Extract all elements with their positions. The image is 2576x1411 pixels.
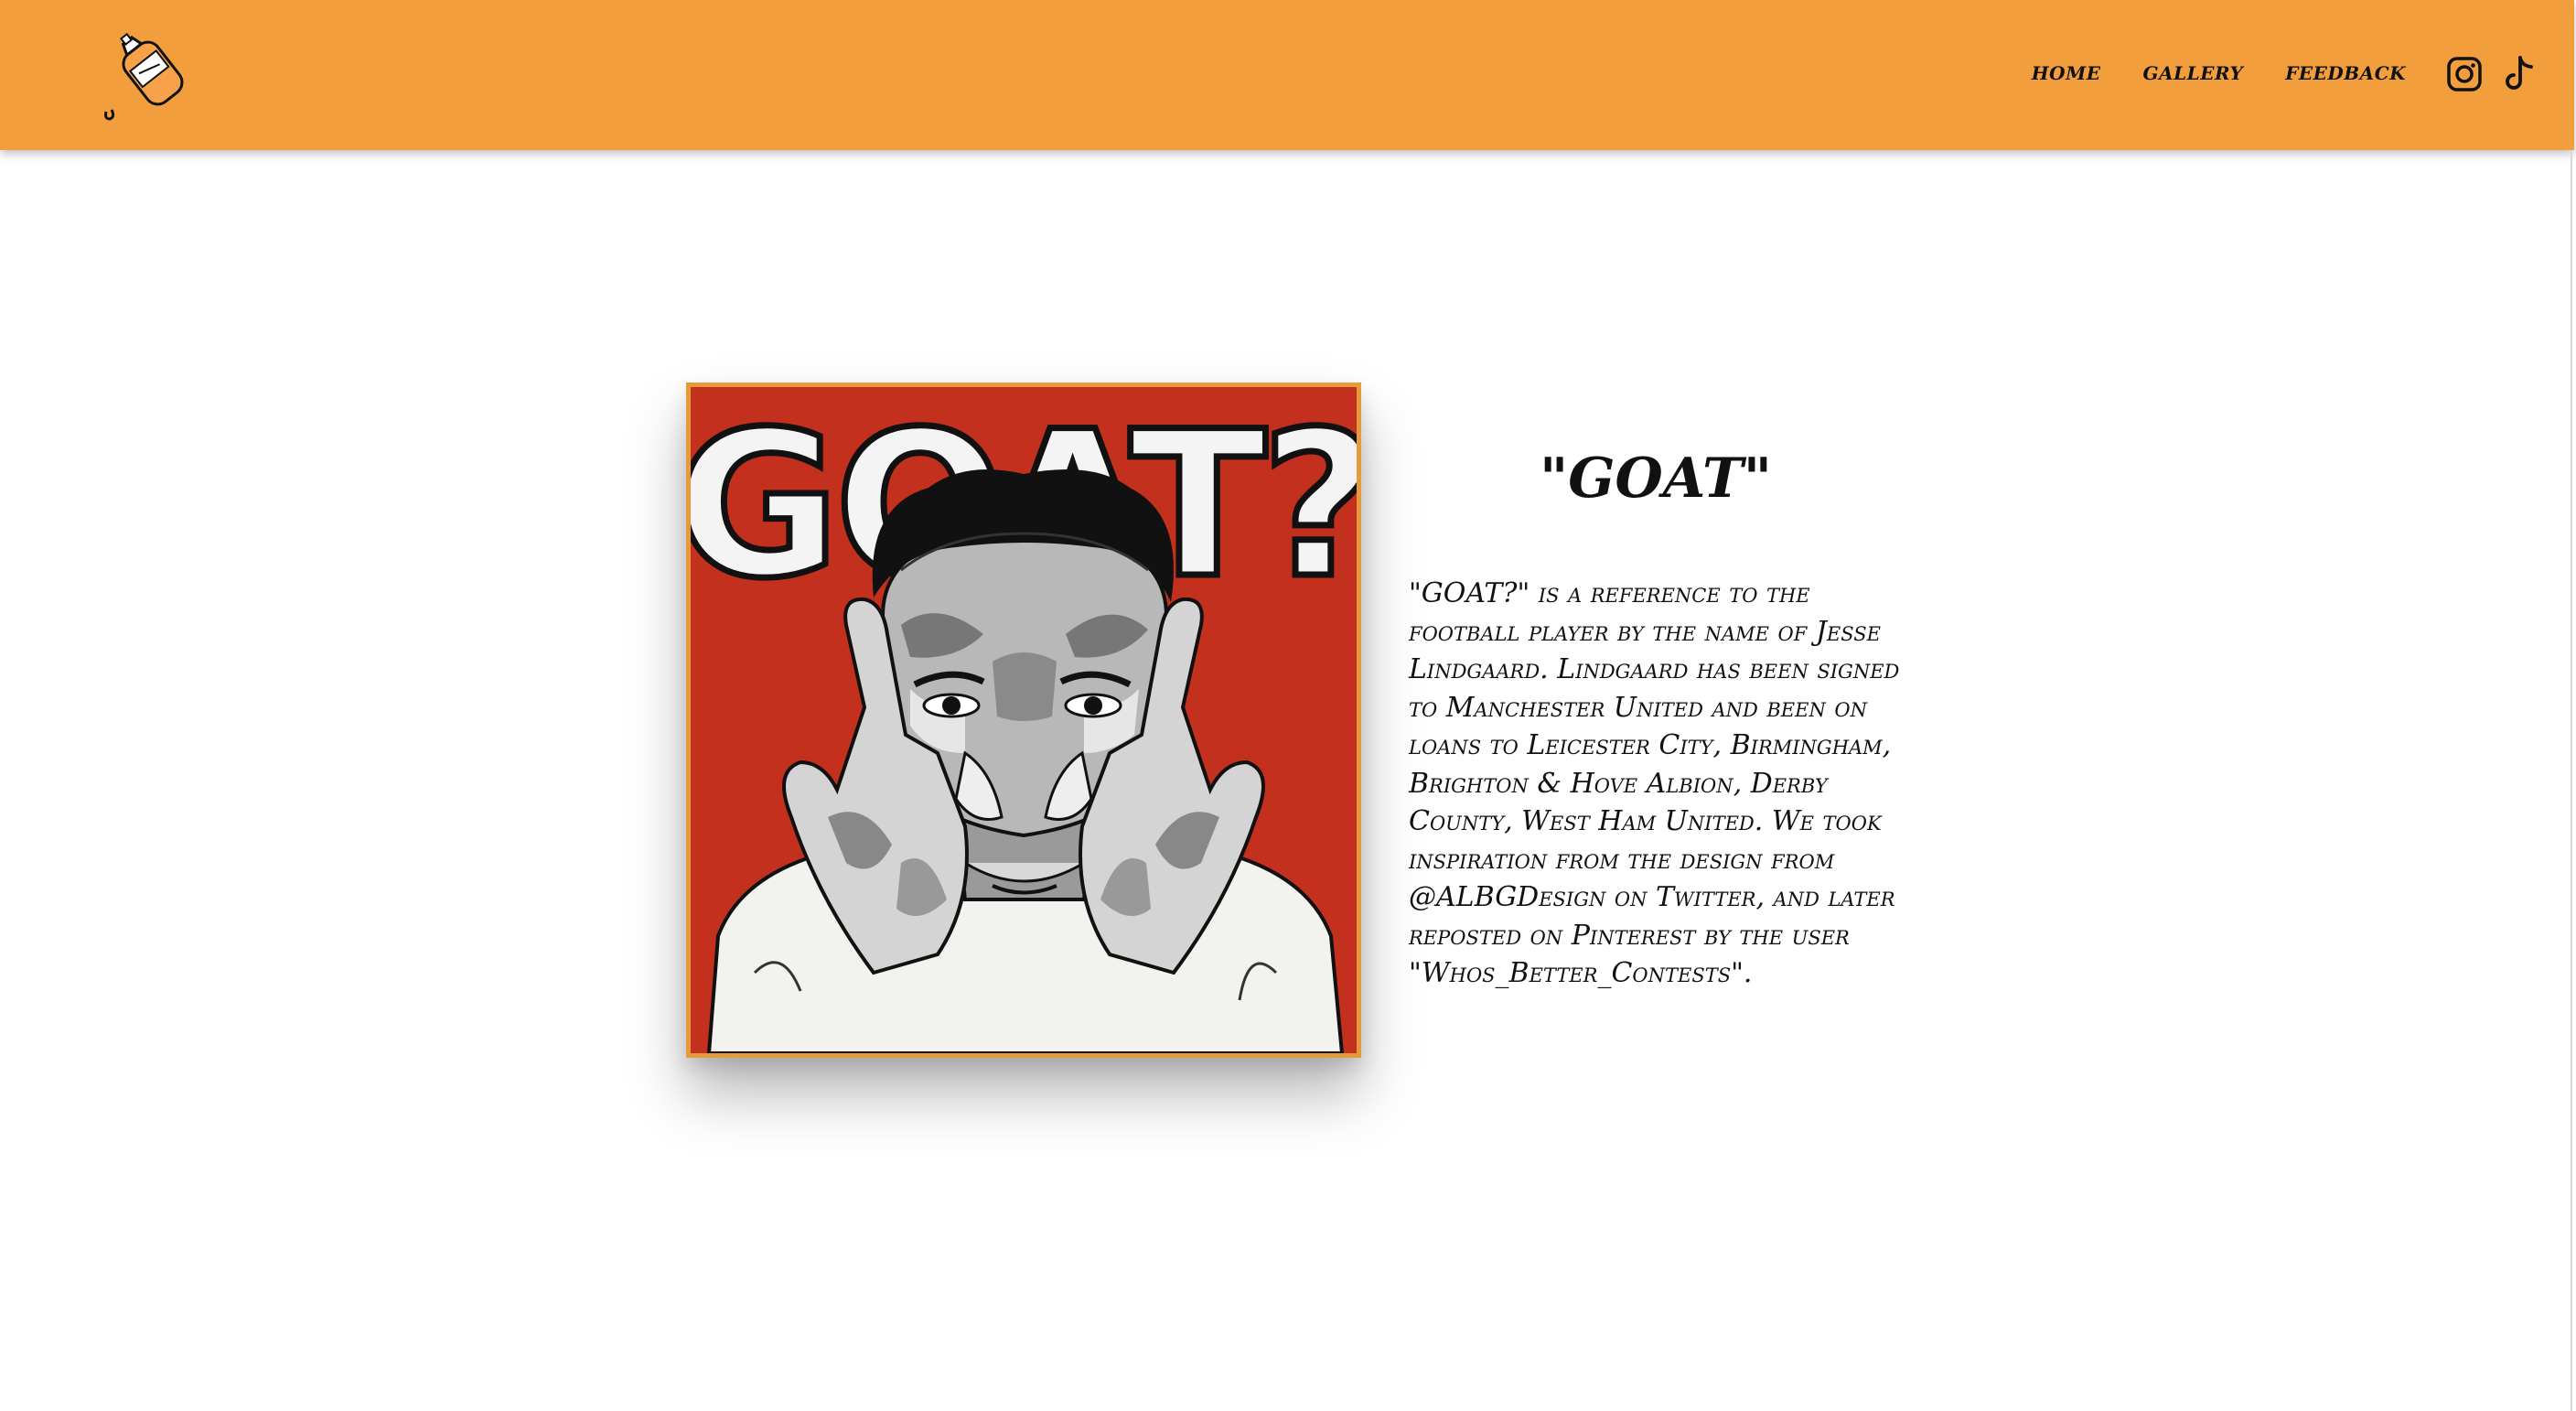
instagram-link[interactable]	[2446, 53, 2483, 95]
goat-painting: GOAT?	[691, 387, 1357, 1053]
tiktok-icon	[2506, 56, 2533, 90]
top-navbar: home gallery feedback	[0, 0, 2574, 150]
main-nav: home gallery feedback	[2032, 55, 2406, 86]
artwork-image: GOAT?	[686, 382, 1361, 1058]
nav-feedback-link[interactable]: feedback	[2285, 55, 2406, 86]
tiktok-link[interactable]	[2501, 53, 2538, 95]
logo-link[interactable]	[97, 27, 205, 123]
sauce-bottle-icon	[104, 32, 184, 121]
nav-home-link[interactable]: home	[2032, 55, 2101, 86]
artwork-title: "GOAT"	[1540, 447, 1772, 511]
artwork-description: "GOAT?" is a reference to the football p…	[1409, 577, 1900, 989]
page-edge-divider	[2571, 150, 2572, 1411]
instagram-icon	[2447, 57, 2482, 92]
nav-gallery-link[interactable]: gallery	[2142, 55, 2243, 86]
